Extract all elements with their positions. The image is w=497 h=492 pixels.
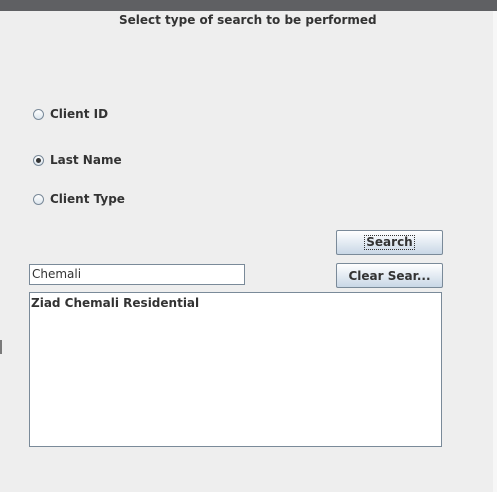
window-left-edge-mark <box>0 340 2 354</box>
list-item[interactable]: Ziad Chemali Residential <box>31 295 440 311</box>
radio-last-name[interactable]: Last Name <box>33 152 122 168</box>
radio-client-id[interactable]: Client ID <box>33 106 108 122</box>
radio-button-selected-icon[interactable] <box>33 154 44 166</box>
clear-search-button[interactable]: Clear Sear... <box>336 263 443 288</box>
window-title-bar <box>0 0 497 11</box>
search-button[interactable]: Search <box>336 230 443 255</box>
radio-label: Client ID <box>50 107 109 121</box>
window-right-edge <box>493 11 497 492</box>
search-type-prompt: Select type of search to be performed <box>119 13 377 27</box>
radio-label: Client Type <box>50 192 125 206</box>
radio-button-icon[interactable] <box>33 108 44 120</box>
radio-label: Last Name <box>50 153 122 167</box>
radio-button-icon[interactable] <box>33 193 44 205</box>
search-input[interactable]: Chemali <box>29 264 245 285</box>
results-list[interactable]: Ziad Chemali Residential <box>29 292 442 447</box>
search-button-label: Search <box>364 235 415 250</box>
radio-client-type[interactable]: Client Type <box>33 191 125 207</box>
